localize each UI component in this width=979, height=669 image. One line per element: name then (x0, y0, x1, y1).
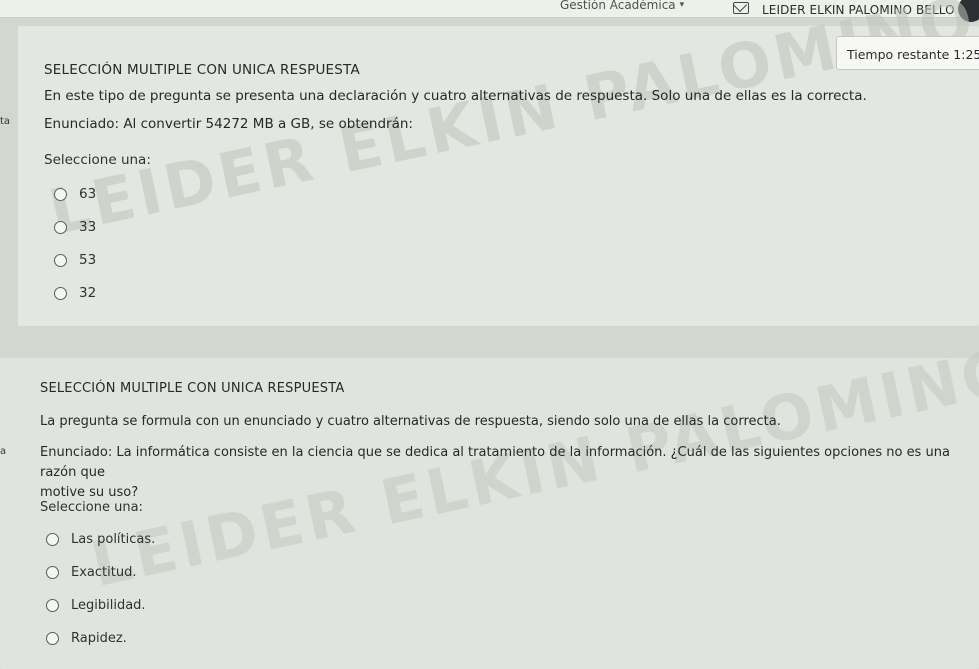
answer-option[interactable]: Rapidez. (46, 631, 127, 646)
question-statement: Enunciado: Al convertir 54272 MB a GB, s… (44, 116, 413, 132)
question-instructions: La pregunta se formula con un enunciado … (40, 414, 781, 429)
answer-option[interactable]: Las políticas. (46, 532, 155, 547)
radio-button[interactable] (46, 533, 59, 546)
radio-button[interactable] (54, 286, 67, 300)
answer-option[interactable]: 53 (54, 252, 96, 268)
nav-menu-gestion-academica[interactable]: Gestión Académica ▾ (560, 0, 684, 12)
question-statement: Enunciado: La informática consiste en la… (40, 443, 975, 503)
watermark: LEIDER ELKIN PALOMINO BELLO (84, 278, 979, 601)
radio-button[interactable] (46, 566, 59, 579)
answer-option[interactable]: 32 (54, 285, 96, 301)
statement-line: Enunciado: La informática consiste en la… (40, 445, 950, 480)
answer-option[interactable]: 63 (54, 186, 96, 202)
option-label: Exactitud. (71, 565, 137, 580)
radio-button[interactable] (54, 187, 67, 201)
timer-value: 1:25:3 (953, 47, 979, 62)
question-type: SELECCIÓN MULTIPLE CON UNICA RESPUESTA (44, 62, 360, 78)
option-label: 63 (79, 186, 97, 202)
option-label: Rapidez. (71, 631, 127, 646)
chevron-down-icon: ▾ (679, 0, 685, 10)
question-instructions: En este tipo de pregunta se presenta una… (44, 88, 867, 104)
option-label: 32 (79, 285, 97, 301)
question-side-label: a (0, 446, 7, 457)
avatar[interactable] (958, 0, 979, 22)
question-side-label: ta (0, 116, 11, 127)
radio-button[interactable] (46, 599, 59, 612)
answer-option[interactable]: Exactitud. (46, 565, 136, 580)
timer-box: Tiempo restante 1:25:3 (836, 36, 979, 70)
question-type: SELECCIÓN MULTIPLE CON UNICA RESPUESTA (40, 381, 345, 396)
choose-label: Seleccione una: (44, 152, 151, 168)
option-label: Legibilidad. (71, 598, 146, 613)
option-label: 53 (79, 252, 97, 268)
answer-option[interactable]: 33 (54, 219, 96, 235)
top-navbar: Gestión Académica ▾ LEIDER ELKIN PALOMIN… (0, 0, 979, 22)
radio-button[interactable] (54, 253, 67, 267)
mail-icon[interactable] (733, 2, 749, 14)
nav-menu-label: Gestión Académica (560, 0, 676, 12)
timer-label: Tiempo restante (847, 47, 950, 62)
statement-line: motive su uso? (40, 485, 139, 500)
option-label: Las políticas. (71, 532, 156, 547)
radio-button[interactable] (46, 632, 59, 645)
radio-button[interactable] (54, 220, 67, 234)
question-card-2: LEIDER ELKIN PALOMINO BELLO (0, 278, 979, 669)
option-label: 33 (79, 219, 97, 235)
choose-label: Seleccione una: (40, 500, 143, 515)
user-name[interactable]: LEIDER ELKIN PALOMINO BELLO (762, 3, 955, 17)
answer-option[interactable]: Legibilidad. (46, 598, 146, 613)
